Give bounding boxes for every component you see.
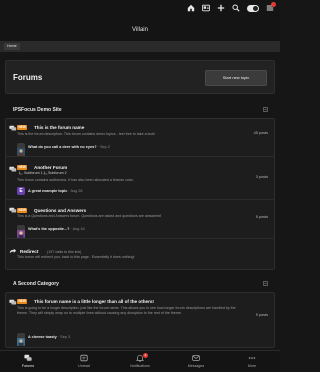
last-post-title[interactable]: What do you call a deer with no eyes? <box>28 145 97 149</box>
last-post-date: · Aug 16 <box>70 227 85 231</box>
forum-description: This forum will redirect you, back to th… <box>17 255 135 259</box>
tab-label: More <box>247 364 257 368</box>
avatar[interactable] <box>17 333 25 346</box>
last-post-date: · Sep 2 <box>97 145 110 149</box>
home-icon[interactable] <box>187 4 195 12</box>
category-collapse-icon[interactable] <box>263 107 268 112</box>
tab-label: Messages <box>187 364 205 368</box>
more-dots-icon <box>248 357 256 359</box>
tab-label: Forums <box>21 364 35 368</box>
new-badge: NEW <box>17 165 28 170</box>
redirect-visits: (197 visits to this link) <box>47 249 82 254</box>
avatar[interactable]: E <box>17 187 25 195</box>
tab-label: Unread <box>78 364 90 368</box>
forum-icon <box>9 299 17 305</box>
last-post[interactable]: E A great example topic · Aug 28 <box>17 186 257 197</box>
menu-notification-dot <box>271 2 276 7</box>
last-post-date: · Sep 3 <box>57 335 71 339</box>
category-box: NEW This is the forum name 45 posts This… <box>5 118 275 270</box>
forum-name[interactable]: Another Forum <box>34 165 67 170</box>
tab-messages[interactable]: Messages <box>168 354 224 368</box>
new-badge: NEW <box>17 299 28 304</box>
breadcrumb: Home <box>0 41 280 52</box>
category-box: NEW This forum name is a little longer t… <box>5 292 275 348</box>
category-collapse-icon[interactable] <box>263 281 268 286</box>
last-post-date: · Aug 28 <box>68 189 83 193</box>
tab-more[interactable]: More <box>224 354 280 368</box>
avatar-image-icon <box>17 148 25 156</box>
forum-row[interactable]: NEW Questions and Answers 5 posts This i… <box>6 199 274 238</box>
forum-icon <box>9 166 17 172</box>
tab-notifications[interactable]: 4 Notifications <box>112 353 168 368</box>
category-title[interactable]: A Second Category <box>13 281 59 287</box>
notification-count-badge: 4 <box>143 353 148 358</box>
unread-icon <box>80 354 88 362</box>
category-title[interactable]: IPSFocus Demo Site <box>13 107 62 113</box>
forum-description: This is going to be a longer description… <box>17 306 236 315</box>
new-badge: NEW <box>17 125 28 130</box>
forum-name[interactable]: Questions and Answers <box>34 208 86 213</box>
forum-post-count: 5 posts <box>255 215 268 219</box>
forum-description: This is a Questions and Answers forum. Q… <box>17 214 162 218</box>
theme-toggle[interactable] <box>247 4 259 12</box>
avatar[interactable] <box>17 143 25 156</box>
forum-post-count: 9 posts <box>255 313 268 317</box>
last-post[interactable]: What's the opposite...? · Aug 16 <box>17 224 257 238</box>
forum-name[interactable]: Redirect <box>20 249 38 254</box>
activity-card-icon[interactable] <box>202 4 210 12</box>
forum-icon <box>9 125 17 131</box>
forum-row-redirect[interactable]: Redirect (197 visits to this link) This … <box>6 238 274 269</box>
page-title: Forums <box>13 73 43 82</box>
forum-description: This forum contains subforums. It has al… <box>17 178 134 182</box>
forum-name[interactable]: This is the forum name <box>34 125 84 130</box>
bottom-navigation: Forums Unread 4 Notifications Messages M… <box>0 350 280 372</box>
last-post-title[interactable]: A cheese toasty <box>28 335 57 339</box>
breadcrumb-home[interactable]: Home <box>4 43 20 50</box>
last-post-title[interactable]: What's the opposite...? <box>28 227 69 231</box>
last-post[interactable]: A cheese toasty · Sep 3 <box>17 332 257 346</box>
avatar-image-icon <box>17 230 25 238</box>
subforum-link-2[interactable]: Subforum 2 <box>48 171 67 175</box>
tab-label: Notifications <box>130 364 150 368</box>
forum-description: This is the forum description. This foru… <box>17 132 156 136</box>
forum-row[interactable]: NEW This forum name is a little longer t… <box>6 293 274 347</box>
subforum-icon <box>19 171 23 175</box>
forum-post-count: 45 posts <box>253 131 268 135</box>
redirect-icon <box>9 248 17 254</box>
subforum-link-1[interactable]: Subforum 1, <box>24 171 44 175</box>
menu-button[interactable] <box>266 2 276 12</box>
new-badge: NEW <box>17 208 28 213</box>
forum-icon <box>9 207 17 213</box>
page-header: Forums Start new topic <box>5 60 275 94</box>
chat-bubbles-icon <box>24 354 32 361</box>
tab-forums[interactable]: Forums <box>0 354 56 368</box>
plus-icon[interactable] <box>217 4 225 12</box>
forum-post-count: 3 posts <box>255 175 268 179</box>
last-post[interactable]: What do you call a deer with no eyes? · … <box>17 142 257 156</box>
site-brand[interactable]: Villain <box>0 27 280 33</box>
start-new-topic-button[interactable]: Start new topic <box>205 70 267 86</box>
forum-row[interactable]: NEW This is the forum name 45 posts This… <box>6 119 274 156</box>
avatar-image-icon <box>17 338 25 346</box>
search-icon[interactable] <box>232 4 240 12</box>
top-bar: Villain <box>0 0 280 41</box>
top-icons <box>187 2 276 12</box>
forum-name[interactable]: This forum name is a little longer than … <box>34 299 154 304</box>
avatar[interactable] <box>17 225 25 238</box>
last-post-title[interactable]: A great example topic <box>28 189 67 193</box>
envelope-icon <box>192 355 200 361</box>
tab-unread[interactable]: Unread <box>56 354 112 368</box>
forum-row[interactable]: NEW Another Forum Subforum 1, Subforum 2… <box>6 156 274 199</box>
